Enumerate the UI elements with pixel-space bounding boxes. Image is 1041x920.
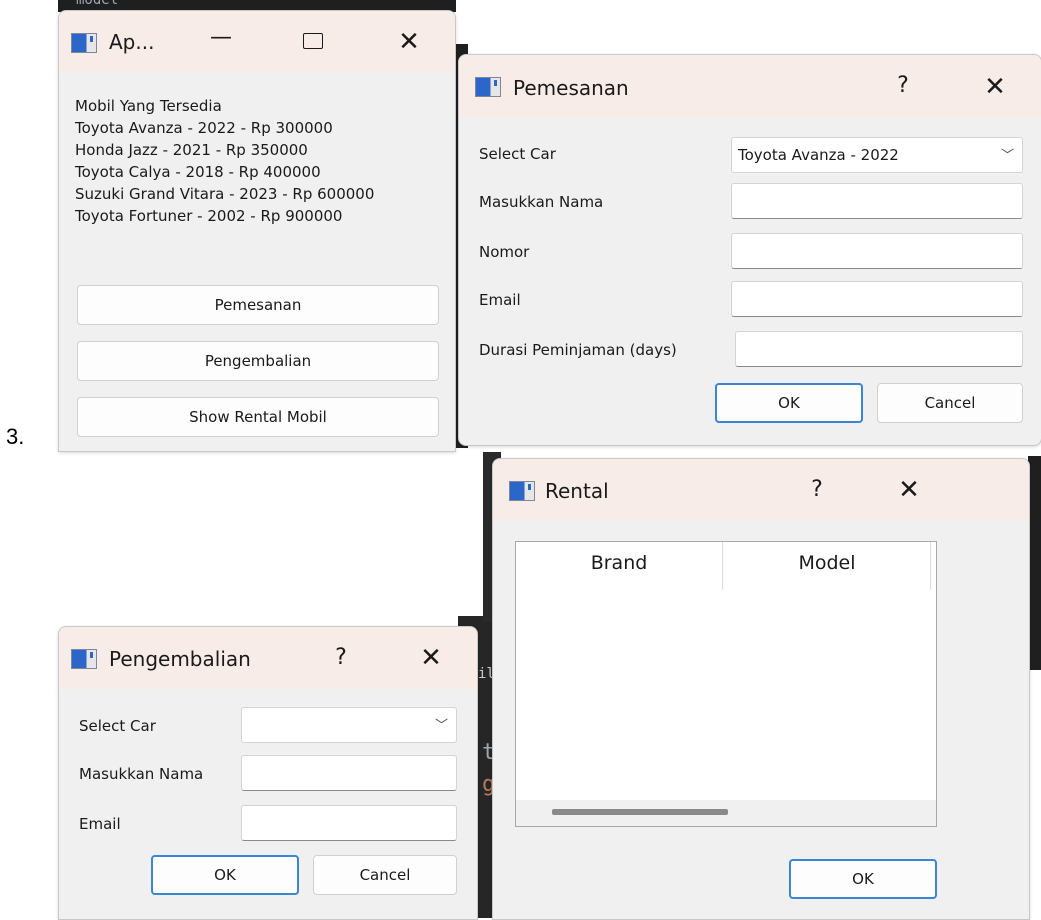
ok-button[interactable]: OK: [151, 855, 299, 895]
chevron-down-icon: ﹀: [434, 718, 448, 734]
select-car-value: Toyota Avanza - 2022: [738, 146, 899, 164]
durasi-label: Durasi Peminjaman (days): [479, 341, 677, 359]
email-label: Email: [479, 291, 521, 309]
nama-label: Masukkan Nama: [79, 765, 204, 783]
window-app-icon: [475, 77, 501, 97]
nomor-input[interactable]: [731, 233, 1023, 269]
cancel-button[interactable]: Cancel: [877, 383, 1023, 423]
help-icon[interactable]: ?: [805, 479, 829, 501]
dialog-title: Rental: [545, 479, 609, 503]
help-icon[interactable]: ?: [329, 647, 353, 669]
cancel-button[interactable]: Cancel: [313, 855, 457, 895]
main-window: Ap... — ✕ Mobil Yang Tersedia Toyota Ava…: [58, 10, 456, 452]
pemesanan-dialog: Pemesanan ? ✕ Select Car Toyota Avanza -…: [458, 54, 1041, 446]
nama-label: Masukkan Nama: [479, 193, 604, 211]
nomor-label: Nomor: [479, 243, 530, 261]
rental-titlebar: Rental ? ✕: [493, 459, 1029, 521]
column-header-brand[interactable]: Brand: [516, 552, 722, 574]
car-list-item: Toyota Avanza - 2022 - Rp 300000: [75, 119, 333, 137]
column-header-model[interactable]: Model: [723, 552, 931, 574]
ok-button[interactable]: OK: [789, 859, 937, 899]
pengembalian-button[interactable]: Pengembalian: [77, 341, 439, 381]
rental-dialog: Rental ? ✕ Brand Model OK: [492, 458, 1030, 920]
column-divider: [930, 542, 931, 590]
nama-input[interactable]: [241, 755, 457, 791]
select-car-label: Select Car: [79, 717, 156, 735]
list-number: 3.: [6, 424, 25, 449]
window-title: Ap...: [109, 30, 155, 54]
rental-table[interactable]: Brand Model: [515, 541, 937, 827]
window-app-icon: [71, 649, 97, 669]
car-list-item: Toyota Fortuner - 2002 - Rp 900000: [75, 207, 343, 225]
select-car-combo[interactable]: Toyota Avanza - 2022 ﹀: [731, 137, 1023, 173]
ok-button[interactable]: OK: [715, 383, 863, 423]
close-icon[interactable]: ✕: [895, 477, 923, 503]
durasi-input[interactable]: [735, 331, 1023, 367]
pemesanan-button[interactable]: Pemesanan: [77, 285, 439, 325]
email-input[interactable]: [731, 281, 1023, 317]
background-code-text: model: [76, 0, 119, 8]
show-rental-button[interactable]: Show Rental Mobil: [77, 397, 439, 437]
close-icon[interactable]: ✕: [417, 645, 445, 671]
car-list-item: Suzuki Grand Vitara - 2023 - Rp 600000: [75, 185, 375, 203]
chevron-down-icon: ﹀: [1000, 148, 1014, 164]
pengembalian-titlebar: Pengembalian ? ✕: [59, 627, 477, 689]
close-icon[interactable]: ✕: [395, 29, 423, 55]
horizontal-scrollbar[interactable]: [516, 800, 936, 826]
select-car-label: Select Car: [479, 145, 556, 163]
email-label: Email: [79, 815, 121, 833]
email-input[interactable]: [241, 805, 457, 841]
window-app-icon: [71, 33, 97, 53]
dialog-title: Pengembalian: [109, 647, 251, 671]
pengembalian-dialog: Pengembalian ? ✕ Select Car ﹀ Masukkan N…: [58, 626, 478, 920]
window-app-icon: [509, 481, 535, 501]
dialog-title: Pemesanan: [513, 76, 629, 100]
car-list-item: Honda Jazz - 2021 - Rp 350000: [75, 141, 308, 159]
minimize-icon[interactable]: —: [207, 27, 235, 49]
car-list-item: Toyota Calya - 2018 - Rp 400000: [75, 163, 321, 181]
scrollbar-thumb[interactable]: [552, 809, 728, 815]
nama-input[interactable]: [731, 183, 1023, 219]
help-icon[interactable]: ?: [891, 75, 915, 97]
main-window-titlebar: Ap... — ✕: [59, 11, 455, 73]
pemesanan-titlebar: Pemesanan ? ✕: [459, 55, 1041, 117]
select-car-combo[interactable]: ﹀: [241, 707, 457, 743]
maximize-icon[interactable]: [303, 33, 323, 49]
close-icon[interactable]: ✕: [981, 74, 1009, 100]
available-cars-heading: Mobil Yang Tersedia: [75, 97, 222, 115]
